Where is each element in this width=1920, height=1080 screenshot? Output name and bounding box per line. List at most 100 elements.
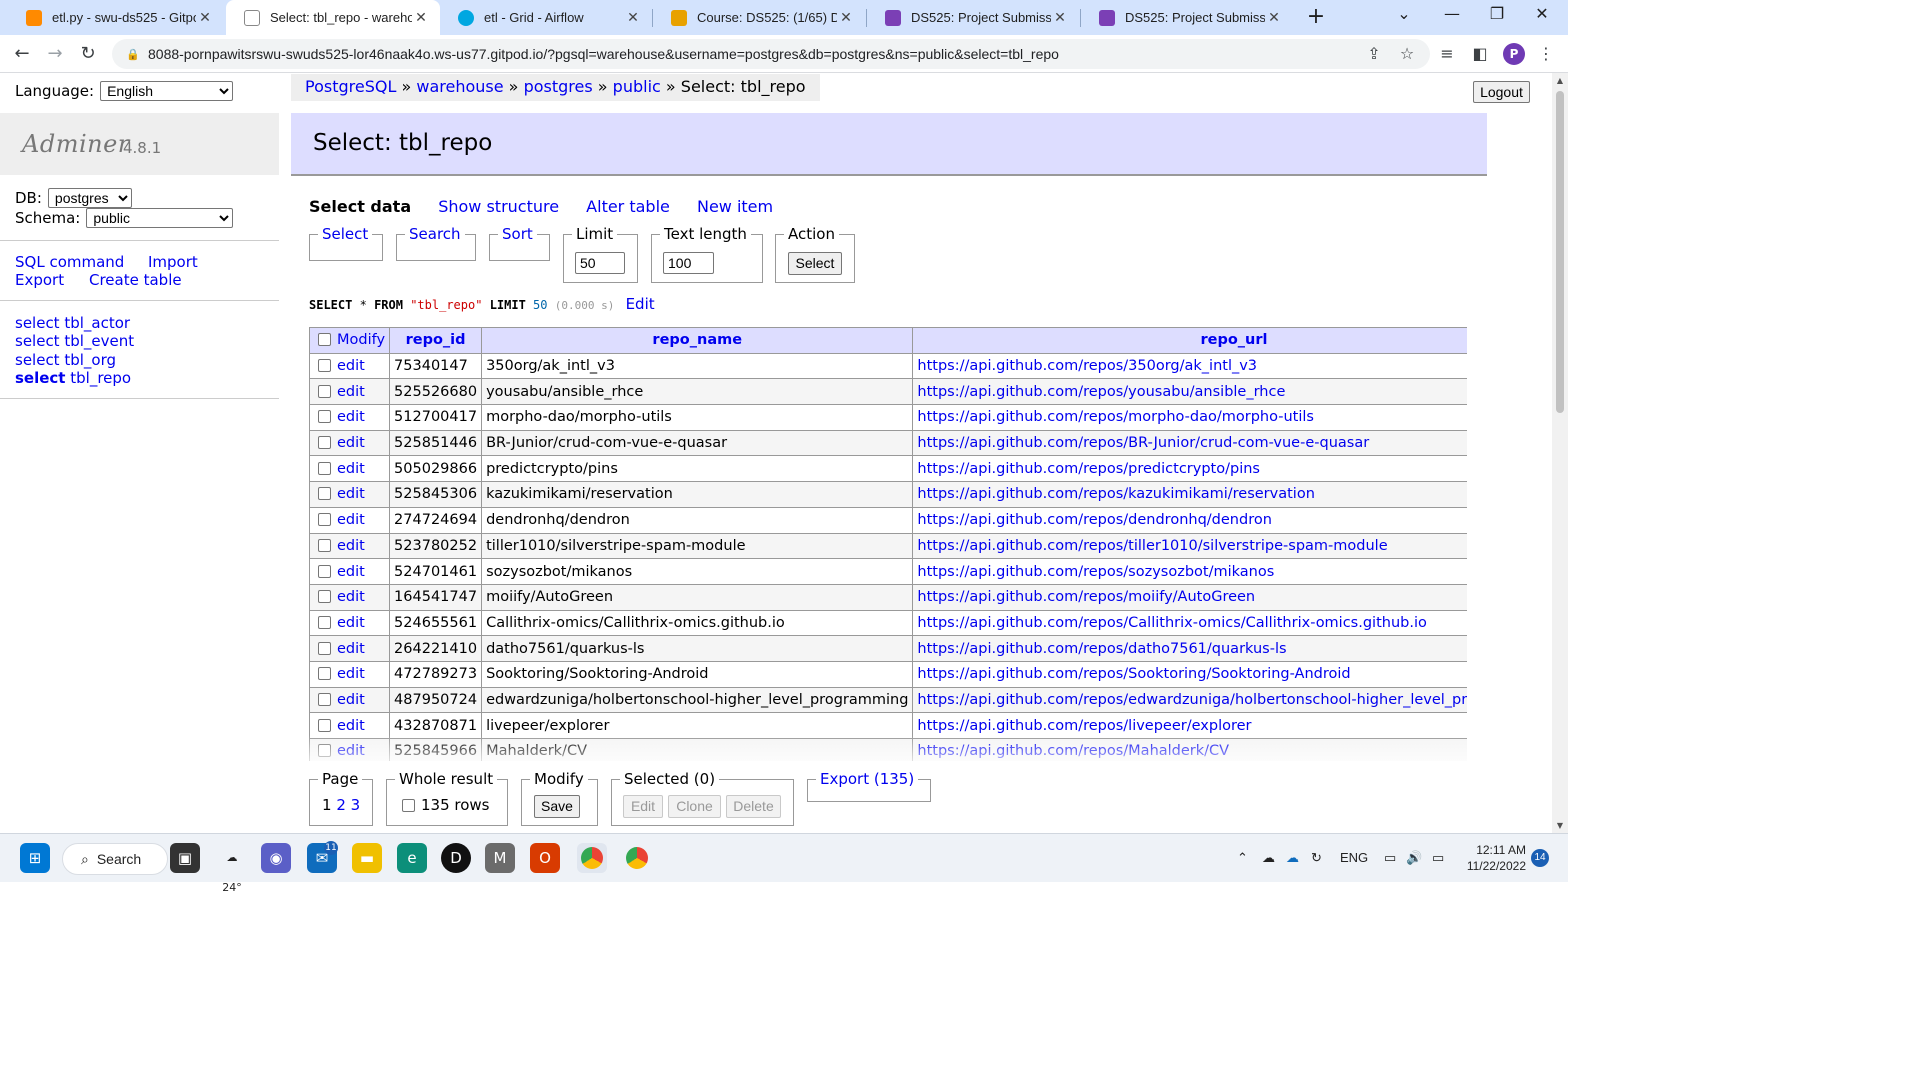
battery-icon[interactable]: ▭ [1432,850,1444,866]
repo-url-link[interactable]: https://api.github.com/repos/Sooktoring/… [917,666,1350,682]
row-edit-link[interactable]: edit [337,641,365,657]
logout-button[interactable]: Logout [1473,81,1530,103]
media-queue-icon[interactable]: ≡ [1436,43,1458,65]
repo-url-link[interactable]: https://api.github.com/repos/datho7561/q… [917,641,1286,657]
repo-url-link[interactable]: https://api.github.com/repos/BR-Junior/c… [917,435,1369,451]
breadcrumb-driver[interactable]: PostgreSQL [305,77,396,96]
weather-widget-icon[interactable]: ☁24° [217,843,247,894]
row-edit-link[interactable]: edit [337,461,365,477]
close-tab-icon[interactable]: ✕ [196,10,214,26]
limit-input[interactable] [575,252,625,274]
share-icon[interactable]: ⇪ [1363,43,1385,65]
taskbar-clock[interactable]: 12:11 AM 11/22/2022 [1462,842,1526,874]
row-edit-link[interactable]: edit [337,409,365,425]
schema-select[interactable]: public [86,208,234,228]
select-link[interactable]: select [15,332,60,350]
select-submit-button[interactable]: Select [788,252,842,275]
address-bar[interactable]: 🔒 8088-pornpawitsrswu-swuds525-lor46naak… [112,39,1430,69]
select-link[interactable]: select [15,314,60,332]
row-edit-link[interactable]: edit [337,512,365,528]
table-link[interactable]: tbl_event [64,332,134,350]
scroll-down-arrow-icon[interactable]: ▼ [1552,821,1568,830]
row-checkbox[interactable] [318,359,331,373]
sort-link[interactable]: Sort [502,225,533,243]
export-link[interactable]: Export [15,271,64,289]
bookmark-star-icon[interactable]: ☆ [1396,43,1418,65]
column-header-repo-url[interactable]: repo_url [912,327,1467,354]
edit-query-link[interactable]: Edit [626,295,655,313]
side-panel-icon[interactable]: ◧ [1469,43,1491,65]
row-checkbox[interactable] [318,538,331,552]
sidebar-item-tbl-event[interactable]: select tbl_event [15,332,134,350]
url-text[interactable]: 8088-pornpawitsrswu-swuds525-lor46naak4o… [148,46,1059,62]
close-tab-icon[interactable]: ✕ [1265,10,1283,26]
row-checkbox[interactable] [318,615,331,629]
sync-icon[interactable]: ↻ [1311,850,1322,866]
scrollbar-thumb[interactable] [1556,91,1564,413]
tab-search-chevron-icon[interactable]: ⌄ [1384,4,1424,23]
show-structure-link[interactable]: Show structure [438,197,559,216]
row-edit-link[interactable]: edit [337,486,365,502]
repo-url-link[interactable]: https://api.github.com/repos/350org/ak_i… [917,358,1257,374]
delete-button[interactable]: Delete [726,795,781,818]
row-checkbox[interactable] [318,513,331,527]
row-checkbox[interactable] [318,384,331,398]
browser-tab-active[interactable]: Select: tbl_repo - warehouse ✕ [226,0,440,35]
forward-arrow-icon[interactable]: → [42,41,68,67]
table-link[interactable]: tbl_repo [70,369,131,387]
page-scrollbar[interactable]: ▲ ▼ [1552,73,1568,833]
row-edit-link[interactable]: edit [337,615,365,631]
repo-url-link[interactable]: https://api.github.com/repos/sozysozbot/… [917,564,1274,580]
network-icon[interactable]: ▭ [1384,850,1396,866]
profile-avatar[interactable]: P [1503,43,1525,65]
more-menu-icon[interactable]: ⋮ [1535,43,1557,65]
create-table-link[interactable]: Create table [89,271,182,289]
task-view-icon[interactable]: ▣ [170,843,200,873]
row-edit-link[interactable]: edit [337,564,365,580]
row-checkbox[interactable] [318,718,331,732]
office-icon[interactable]: O [530,843,560,873]
select-link-active[interactable]: select [15,369,65,387]
repo-url-link[interactable]: https://api.github.com/repos/kazukimikam… [917,486,1314,502]
chrome-profile-p-icon[interactable] [577,843,607,873]
new-item-link[interactable]: New item [697,197,773,216]
page-link[interactable]: 2 [336,796,346,814]
adminer-logo[interactable]: Adminer [22,130,130,158]
close-tab-icon[interactable]: ✕ [412,10,430,26]
breadcrumb-schema[interactable]: public [613,77,661,96]
row-edit-link[interactable]: edit [337,718,365,734]
repo-url-link[interactable]: https://api.github.com/repos/tiller1010/… [917,538,1387,554]
row-edit-link[interactable]: edit [337,384,365,400]
close-tab-icon[interactable]: ✕ [624,10,642,26]
row-checkbox[interactable] [318,410,331,424]
row-checkbox[interactable] [318,744,331,758]
scroll-up-arrow-icon[interactable]: ▲ [1552,76,1568,85]
row-checkbox[interactable] [318,436,331,450]
row-edit-link[interactable]: edit [337,435,365,451]
clone-button[interactable]: Clone [668,795,721,818]
select-all-checkbox[interactable] [318,333,331,347]
row-edit-link[interactable]: edit [337,538,365,554]
sidebar-item-tbl-actor[interactable]: select tbl_actor [15,314,130,332]
edge-browser-icon[interactable]: e [397,843,427,873]
row-edit-link[interactable]: edit [337,743,365,759]
onedrive-business-icon[interactable]: ☁ [1286,850,1299,866]
sidebar-item-tbl-org[interactable]: select tbl_org [15,351,116,369]
export-toggle-link[interactable]: Export (135) [820,770,914,788]
row-checkbox[interactable] [318,564,331,578]
save-button[interactable]: Save [534,795,580,818]
row-edit-link[interactable]: edit [337,666,365,682]
browser-tab[interactable]: DS525: Project Submission ✕ [867,0,1079,35]
breadcrumb-database[interactable]: postgres [524,77,593,96]
row-edit-link[interactable]: edit [337,589,365,605]
sql-command-link[interactable]: SQL command [15,253,124,271]
tray-chevron-icon[interactable]: ⌃ [1237,850,1248,866]
file-explorer-icon[interactable]: ▬ [352,843,382,873]
row-checkbox[interactable] [318,590,331,604]
repo-url-link[interactable]: https://api.github.com/repos/morpho-dao/… [917,409,1314,425]
reload-icon[interactable]: ↻ [75,41,101,67]
whole-result-checkbox[interactable] [402,799,415,812]
new-tab-button[interactable]: + [1304,4,1328,29]
notification-badge[interactable]: 14 [1531,849,1549,867]
close-tab-icon[interactable]: ✕ [837,10,855,26]
